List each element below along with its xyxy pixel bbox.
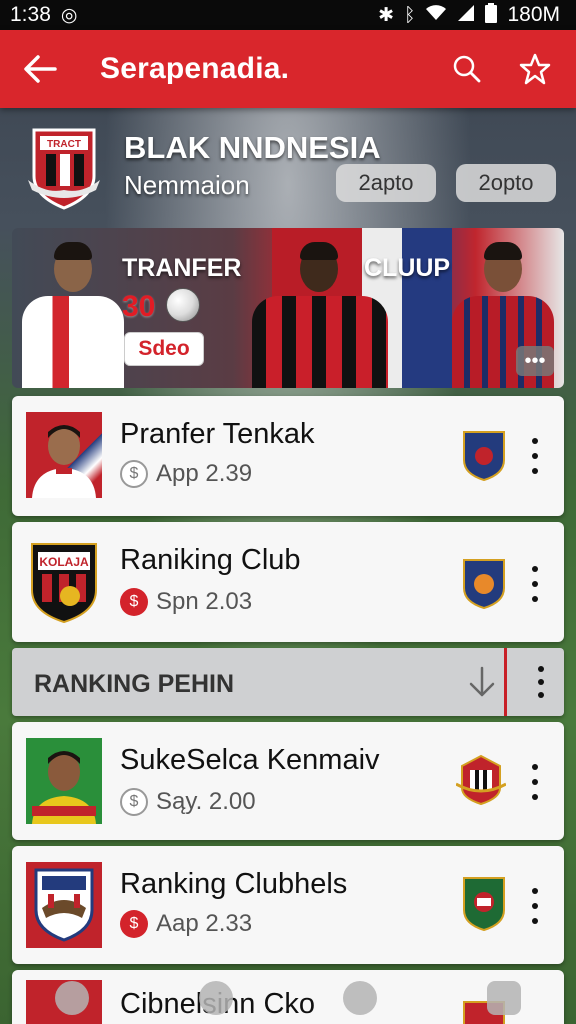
club-badge-icon — [462, 430, 506, 482]
club-badge-icon — [462, 876, 506, 932]
pill-button-2[interactable]: 2opto — [456, 164, 556, 202]
notification-icon: ◎ — [60, 4, 78, 26]
transfer-banner[interactable]: TRANFER CLUUP 30 Sdeo ••• — [12, 228, 564, 388]
player-image-left — [18, 238, 128, 388]
coin-icon: $ — [120, 460, 148, 488]
signal-icon — [457, 4, 475, 26]
item-meta-text: Sąy. 2.00 — [156, 788, 256, 815]
banner-button[interactable]: Sdeo — [124, 332, 204, 366]
item-title: Ranking Clubhels — [120, 868, 348, 900]
overflow-menu-icon[interactable] — [526, 438, 544, 474]
search-icon[interactable] — [444, 46, 490, 92]
banner-number: 30 — [122, 290, 156, 323]
pill-button-1[interactable]: 2apto — [336, 164, 436, 202]
home-nav-icon[interactable] — [55, 981, 89, 1015]
banner-right-heading: CLUUP — [364, 254, 451, 282]
football-nav-icon[interactable] — [343, 981, 377, 1015]
vibrate-icon: ᛒ — [404, 4, 416, 26]
item-title: Raniking Club — [120, 544, 301, 576]
overflow-menu-icon[interactable] — [526, 888, 544, 924]
coin-icon: $ — [120, 588, 148, 616]
crest-text: TRACT — [47, 139, 81, 150]
app-title: Serapenadia. — [100, 52, 290, 85]
explore-nav-icon[interactable] — [199, 981, 233, 1015]
list-item[interactable]: SukeSelca Kenmaiv $ Sąy. 2.00 — [12, 722, 564, 840]
sort-down-arrow-icon[interactable] — [462, 662, 502, 702]
item-meta: $ Spn 2.03 — [120, 588, 252, 616]
list-item[interactable]: Pranfer Tenkak $ App 2.39 — [12, 396, 564, 516]
club-badge-icon — [462, 558, 506, 610]
item-title: Pranfer Tenkak — [120, 418, 315, 450]
player-thumbnail — [26, 412, 102, 498]
app-bar: Serapenadia. — [0, 30, 576, 108]
item-meta: $ App 2.39 — [120, 460, 252, 488]
bluetooth-icon: ✱ — [378, 4, 395, 26]
star-icon[interactable] — [512, 46, 558, 92]
section-divider — [504, 648, 507, 716]
club-logo-thumbnail: KOLAJA — [26, 540, 102, 626]
item-meta-text: Aap 2.33 — [156, 910, 253, 937]
status-time: 1:38 — [10, 3, 51, 26]
section-title: RANKING PEHIN — [34, 670, 235, 698]
overflow-menu-icon[interactable] — [526, 764, 544, 800]
item-meta-text: Spn 2.03 — [156, 588, 253, 615]
wifi-icon — [425, 4, 447, 26]
status-bar: 1:38 ◎ ✱ ᛒ 180M — [0, 0, 576, 30]
coin-icon: $ — [120, 910, 148, 938]
coin-icon: $ — [120, 788, 148, 816]
back-arrow-icon[interactable] — [18, 47, 62, 91]
club-name: BLAK NNDNESIA — [124, 130, 381, 165]
banner-stripe — [402, 228, 452, 388]
overflow-menu-icon[interactable] — [526, 566, 544, 602]
club-logo-text: KOLAJA — [39, 555, 89, 569]
club-crest-icon: TRACT — [26, 124, 102, 210]
club-badge-icon — [455, 754, 507, 806]
status-right-text: 180M — [507, 3, 560, 26]
list-item[interactable]: Ranking Clubhels $ Aap 2.33 — [12, 846, 564, 964]
item-meta-text: App 2.39 — [156, 460, 253, 487]
games-nav-icon[interactable] — [487, 981, 521, 1015]
club-subtitle: Nemmaion — [124, 170, 250, 200]
club-logo-thumbnail — [26, 862, 102, 948]
list-item[interactable]: KOLAJA Raniking Club $ Spn 2.03 — [12, 522, 564, 642]
battery-icon — [485, 3, 498, 27]
item-title: SukeSelca Kenmaiv — [120, 744, 380, 776]
football-icon — [166, 288, 200, 322]
overflow-menu-icon[interactable] — [532, 666, 550, 698]
section-header: RANKING PEHIN — [12, 648, 564, 716]
player-thumbnail — [26, 738, 102, 824]
item-meta: $ Sąy. 2.00 — [120, 788, 256, 816]
club-header: TRACT BLAK NNDNESIA Nemmaion 2apto 2opto — [0, 108, 576, 226]
item-meta: $ Aap 2.33 — [120, 910, 252, 938]
banner-left-heading: TRANFER — [122, 254, 242, 282]
more-options-icon[interactable]: ••• — [516, 346, 554, 376]
bottom-navigation — [0, 972, 576, 1024]
